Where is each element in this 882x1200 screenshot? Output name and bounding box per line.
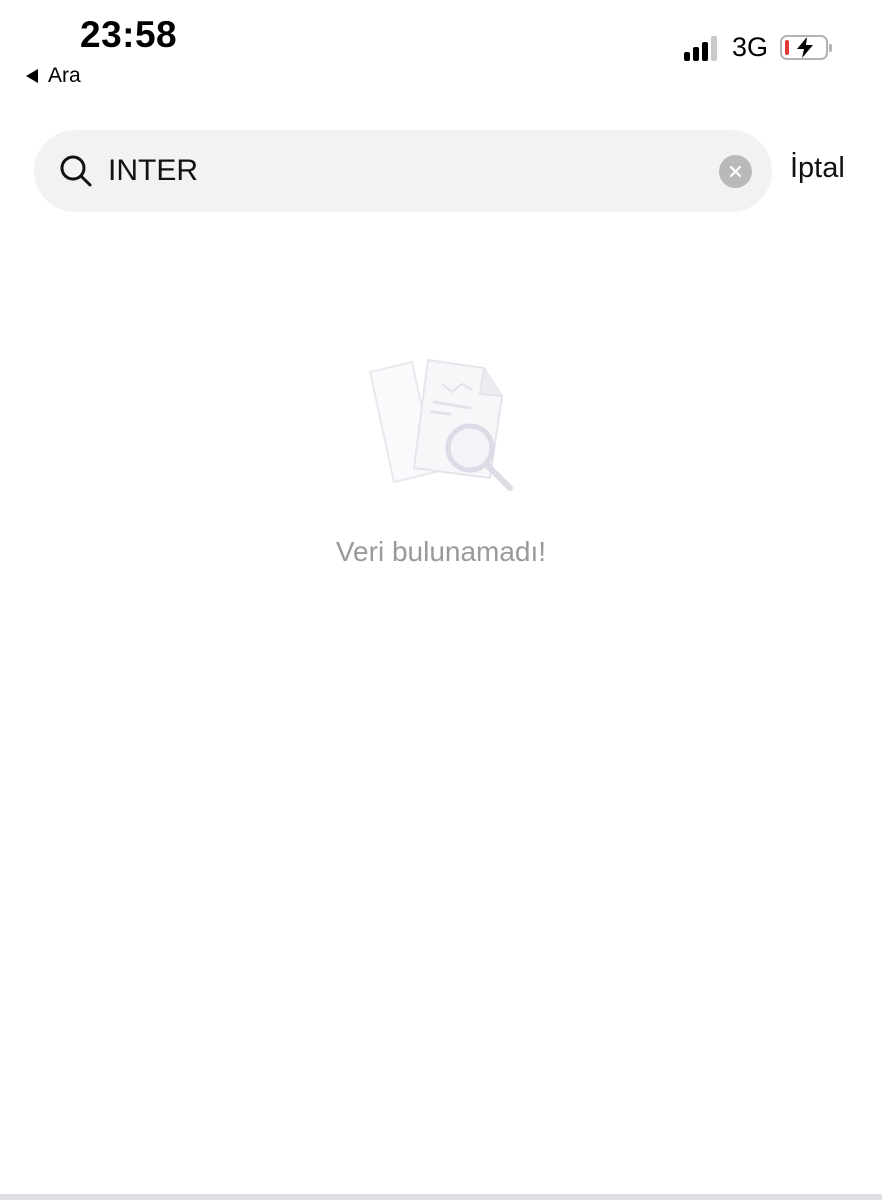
signal-icon [683, 35, 720, 61]
screen: 23:58 Ara 3G İ [0, 0, 882, 1200]
battery-charging-icon [780, 35, 832, 60]
search-icon [58, 153, 94, 189]
clear-icon[interactable] [719, 155, 752, 188]
back-triangle-icon [26, 69, 38, 83]
search-input[interactable] [108, 154, 688, 188]
back-to-app-link[interactable]: Ara [26, 64, 81, 88]
status-indicators: 3G [683, 32, 832, 63]
search-bar [34, 130, 772, 212]
network-type: 3G [731, 32, 768, 62]
empty-state-message: Veri bulunamadı! [335, 536, 547, 567]
back-app-label: Ara [48, 64, 81, 87]
document-search-icon [366, 354, 518, 496]
bottom-divider [0, 1194, 882, 1200]
status-time: 23:58 [80, 14, 178, 55]
cancel-button[interactable]: İptal [790, 152, 845, 185]
